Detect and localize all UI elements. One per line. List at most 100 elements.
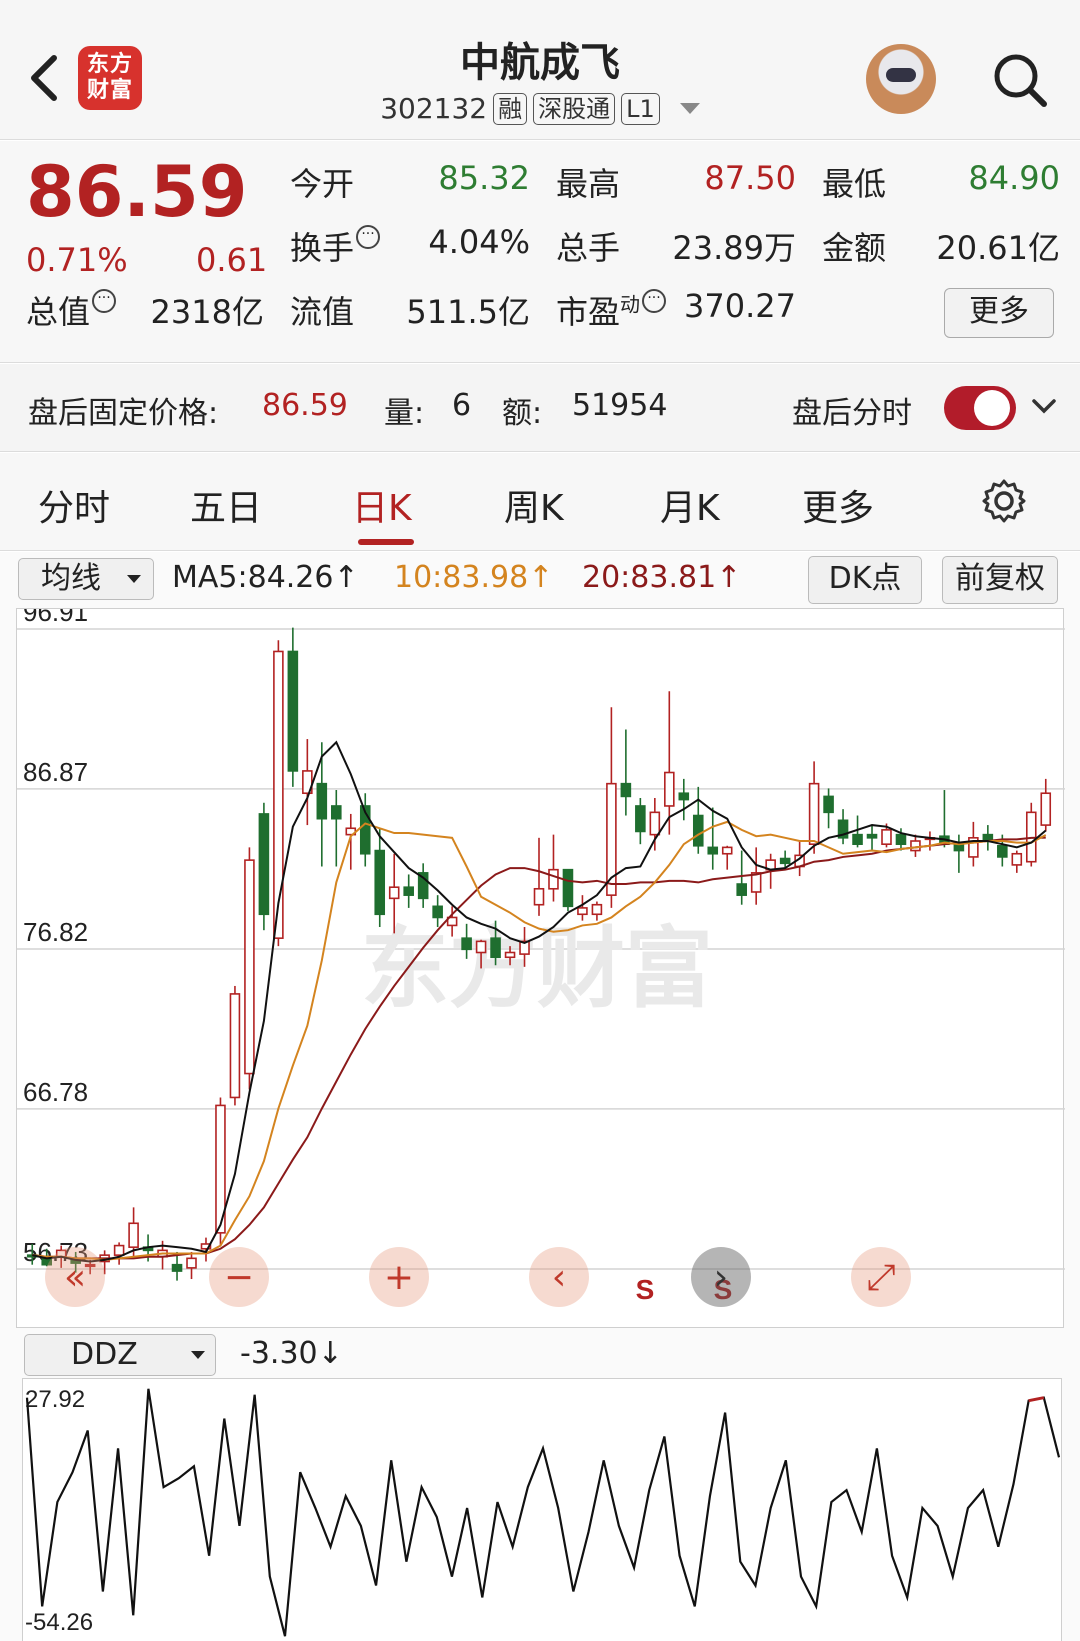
tab-weekly-k[interactable]: 周K bbox=[504, 479, 564, 531]
candle bbox=[432, 905, 443, 919]
tab-more[interactable]: 更多 bbox=[802, 479, 874, 531]
candle bbox=[504, 951, 516, 959]
candle bbox=[403, 886, 414, 896]
watermark: 东方财富 bbox=[361, 917, 713, 1020]
more-quote-button[interactable]: 更多 bbox=[944, 288, 1054, 338]
candle bbox=[692, 814, 704, 847]
y-tick-label: 76.82 bbox=[23, 917, 88, 947]
info-dots-icon[interactable]: ··· bbox=[92, 289, 117, 313]
sell-signal-marker: S bbox=[636, 1274, 655, 1305]
level-tag: L1 bbox=[621, 92, 660, 125]
ddz-line bbox=[25, 1388, 1061, 1637]
candle bbox=[229, 993, 241, 1099]
dk-point-button[interactable]: DK点 bbox=[808, 556, 922, 604]
tab-daily-k[interactable]: 日K bbox=[352, 479, 412, 531]
after-hours-amt: 51954 bbox=[572, 388, 668, 423]
candle bbox=[533, 887, 545, 906]
after-hours-vol-label: 量: bbox=[384, 396, 425, 431]
ddz-chart[interactable]: 27.92 -54.26 bbox=[22, 1378, 1062, 1641]
forward-adjust-button[interactable]: 前复权 bbox=[942, 556, 1058, 604]
candle bbox=[997, 844, 1008, 858]
candle bbox=[577, 907, 588, 916]
volume-value: 23.89万 bbox=[672, 229, 796, 267]
float-cap-value: 511.5亿 bbox=[406, 293, 530, 331]
candle bbox=[635, 805, 646, 833]
amount-label: 金额 bbox=[822, 229, 887, 267]
rewind-icon[interactable]: « bbox=[45, 1247, 105, 1307]
mcap-value: 2318亿 bbox=[150, 293, 264, 331]
margin-tag: 融 bbox=[493, 92, 528, 125]
candle bbox=[721, 846, 733, 855]
candle bbox=[548, 868, 559, 890]
ddz-svg: 27.92 -54.26 bbox=[25, 1386, 1061, 1637]
quote-panel: 86.59 0.71% 0.61 今开 85.32 最高 87.50 最低 84… bbox=[0, 141, 1080, 363]
sub-indicator-selector[interactable]: DDZ bbox=[24, 1334, 216, 1376]
candle bbox=[664, 771, 675, 807]
after-hours-label: 盘后固定价格: bbox=[28, 396, 219, 431]
candle bbox=[910, 840, 921, 852]
dropdown-triangle-icon bbox=[191, 1351, 205, 1359]
after-hours-bar: 盘后固定价格: 86.59 量: 6 额: 51954 盘后分时 bbox=[0, 364, 1080, 452]
scroll-right-icon[interactable]: › bbox=[691, 1247, 751, 1307]
indicator-row: 均线 MA5:84.26↑ 10:83.98↑ 20:83.81↑ DK点 前复… bbox=[0, 552, 1080, 604]
control-button-glyph: ⤢ bbox=[867, 1257, 896, 1298]
candle bbox=[808, 782, 820, 845]
candlestick-chart[interactable]: 96.9186.8776.8266.7856.73东方财富SS«−+‹›⤢ bbox=[16, 597, 1065, 1328]
search-icon[interactable] bbox=[990, 50, 1050, 110]
info-dots-icon[interactable]: ··· bbox=[356, 225, 381, 249]
control-button-glyph: › bbox=[714, 1257, 728, 1298]
open-value: 85.32 bbox=[438, 159, 530, 197]
candle bbox=[649, 811, 661, 836]
zoom-in-icon[interactable]: + bbox=[369, 1247, 429, 1307]
fullscreen-icon[interactable]: ⤢ bbox=[851, 1247, 911, 1307]
candle bbox=[258, 813, 270, 916]
candle bbox=[244, 859, 255, 1075]
after-hours-vol: 6 bbox=[452, 388, 472, 423]
indicator-selector[interactable]: 均线 bbox=[18, 558, 154, 600]
float-cap-label: 流值 bbox=[290, 293, 355, 331]
gear-icon[interactable] bbox=[980, 477, 1028, 525]
control-button-glyph: + bbox=[384, 1257, 414, 1298]
after-hours-toggle-label: 盘后分时 bbox=[792, 396, 912, 431]
after-hours-toggle[interactable] bbox=[944, 386, 1016, 430]
candle bbox=[374, 849, 386, 916]
candle bbox=[895, 833, 907, 845]
candle bbox=[562, 868, 574, 908]
candle bbox=[1011, 852, 1023, 866]
candle bbox=[475, 940, 487, 954]
ddz-y-tick-label: 27.92 bbox=[25, 1386, 85, 1413]
period-tabs: 分时 五日 日K 周K 月K 更多 bbox=[0, 453, 1080, 551]
candle bbox=[331, 805, 342, 820]
scroll-left-icon[interactable]: ‹ bbox=[529, 1247, 589, 1307]
candle bbox=[1040, 792, 1052, 826]
candle bbox=[171, 1263, 183, 1272]
ddz-y-tick-label: -54.26 bbox=[25, 1609, 93, 1636]
candle bbox=[881, 829, 892, 845]
candle bbox=[461, 937, 472, 951]
info-dots-icon[interactable]: ··· bbox=[642, 289, 667, 313]
zoom-out-icon[interactable]: − bbox=[209, 1247, 269, 1307]
caret-down-icon[interactable] bbox=[679, 103, 700, 114]
chevron-down-icon[interactable] bbox=[1030, 392, 1058, 420]
assistant-avatar[interactable] bbox=[866, 44, 936, 114]
control-button-glyph: ‹ bbox=[552, 1257, 566, 1298]
tab-intraday[interactable]: 分时 bbox=[38, 479, 110, 531]
candle bbox=[591, 903, 603, 916]
tab-monthly-k[interactable]: 月K bbox=[660, 479, 720, 531]
candle bbox=[866, 833, 878, 839]
tab-five-day[interactable]: 五日 bbox=[190, 479, 262, 531]
y-tick-label: 86.87 bbox=[23, 757, 88, 787]
open-label: 今开 bbox=[290, 165, 355, 203]
y-tick-label: 96.91 bbox=[23, 609, 88, 627]
ma20-readout: 20:83.81↑ bbox=[582, 560, 742, 595]
stock-code: 302132 bbox=[380, 92, 488, 125]
sub-indicator-row: DDZ -3.30↓ bbox=[0, 1328, 1080, 1380]
kline-svg: 96.9186.8776.8266.7856.73东方财富SS«−+‹›⤢ bbox=[17, 597, 1065, 1307]
candle bbox=[736, 883, 747, 896]
nav-header: 东方 财富 中航成飞 302132 融 深股通 L1 bbox=[0, 0, 1080, 140]
candle bbox=[490, 937, 501, 959]
control-button-glyph: − bbox=[224, 1257, 254, 1298]
candle bbox=[852, 833, 863, 845]
mcap-label: 总值 ··· bbox=[26, 287, 117, 333]
change-percent: 0.71% bbox=[26, 241, 128, 279]
